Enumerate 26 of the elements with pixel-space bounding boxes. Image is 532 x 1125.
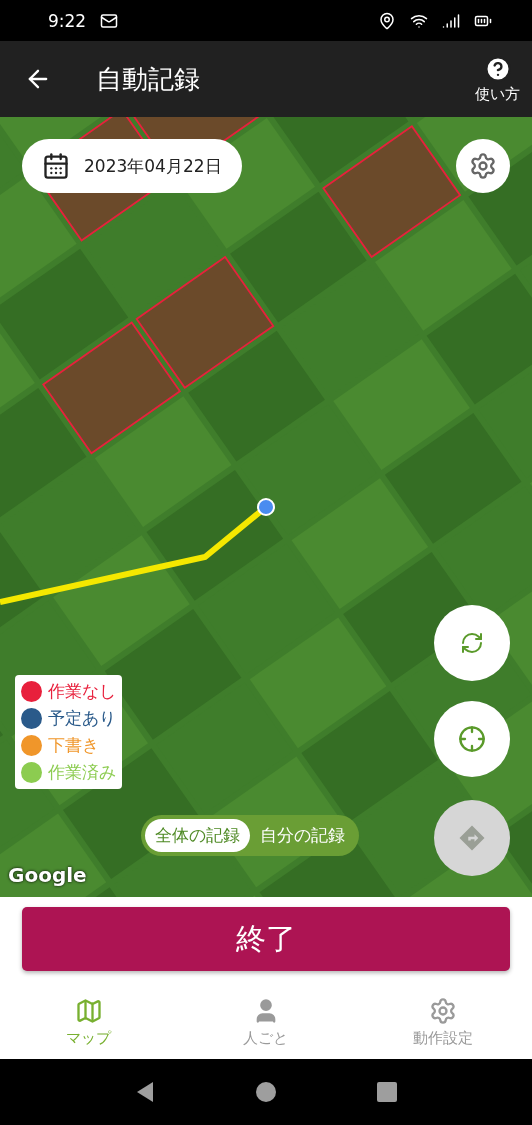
settings-icon [469,152,497,180]
nav-tab[interactable]: 人ごと [177,985,355,1059]
calendar-icon [42,152,70,180]
help-button[interactable]: 使い方 [475,54,520,104]
home-nav-icon[interactable] [255,1081,277,1103]
legend-label: 下書き [48,734,99,757]
status-time: 9:22 [48,10,87,31]
record-toggle-option[interactable]: 全体の記録 [145,819,250,852]
mail-icon [100,11,119,30]
screen-title: 自動記録 [96,62,201,96]
settings-icon [429,996,458,1025]
location-icon [378,11,396,30]
date-chip[interactable]: 2023年04月22日 [22,139,242,193]
locate-icon [458,725,486,753]
record-toggle-option[interactable]: 自分の記録 [250,819,355,852]
directions-icon [457,823,487,853]
refresh-icon [460,631,484,655]
nav-tab[interactable]: 動作設定 [354,985,532,1059]
signal-icon [442,11,460,30]
map-attribution: Google [8,863,87,887]
end-button[interactable]: 終了 [22,907,510,971]
legend-label: 作業なし [48,680,116,703]
legend-label: 予定あり [48,707,116,730]
nav-tab[interactable]: マップ [0,985,178,1059]
back-nav-icon[interactable] [135,1081,155,1103]
legend-label: 作業済み [48,761,116,784]
